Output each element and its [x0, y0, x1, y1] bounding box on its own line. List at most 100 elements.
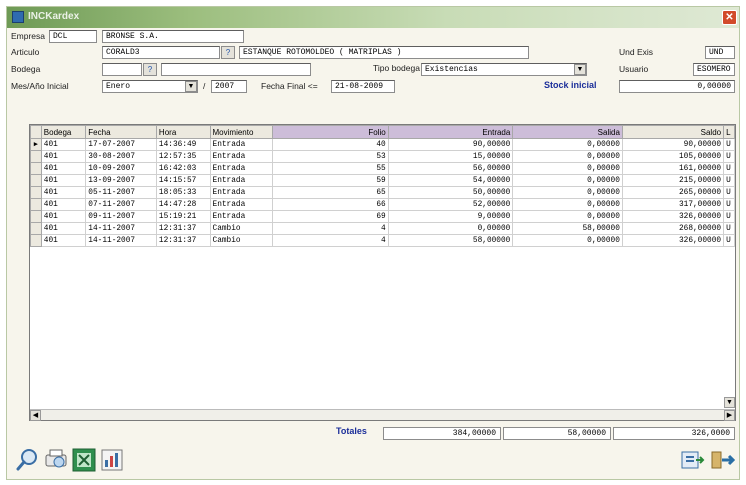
close-icon[interactable]: ✕	[722, 10, 737, 25]
row-indicator[interactable]	[30, 222, 42, 235]
cell-saldo[interactable]: 268,00000	[621, 222, 725, 235]
cell-hora[interactable]: 14:15:57	[155, 174, 211, 187]
row-indicator[interactable]	[30, 150, 42, 163]
cell-folio[interactable]: 59	[272, 174, 389, 187]
row-indicator[interactable]	[30, 234, 42, 247]
fecha-final-field[interactable]: 21-08-2009	[331, 80, 395, 93]
cell-hora[interactable]: 16:42:03	[155, 162, 211, 175]
row-indicator[interactable]	[30, 162, 42, 175]
exit-icon[interactable]	[709, 447, 736, 473]
current-row-indicator-icon[interactable]: ▶	[30, 138, 42, 151]
col-bodega-header[interactable]: Bodega	[40, 125, 87, 139]
horizontal-scrollbar[interactable]: ◀ ▶	[30, 409, 735, 421]
table-row[interactable]: 401 09-11-2007 15:19:21 Entrada 69 9,00000 0,0…	[30, 210, 735, 223]
table-row[interactable]: 401 14-11-2007 12:31:37 Cambio 4 58,00000 0,00…	[30, 234, 735, 247]
tipo-bodega-select[interactable]: Existencias	[421, 63, 587, 76]
cell-saldo[interactable]: 317,00000	[621, 198, 725, 211]
cell-folio[interactable]: 55	[272, 162, 389, 175]
cell-saldo[interactable]: 215,00000	[621, 174, 725, 187]
cell-entrada[interactable]: 56,00000	[387, 162, 514, 175]
cell-hora[interactable]: 14:36:49	[155, 138, 211, 151]
cell-bodega[interactable]: 401	[40, 138, 87, 151]
cell-saldo[interactable]: 326,00000	[621, 234, 725, 247]
print-preview-icon[interactable]	[43, 447, 69, 473]
cell-l[interactable]: U	[723, 222, 735, 235]
cell-fecha[interactable]: 30-08-2007	[85, 150, 157, 163]
cell-salida[interactable]: 0,00000	[512, 210, 623, 223]
cell-salida[interactable]: 0,00000	[512, 150, 623, 163]
table-row[interactable]: 401 13-09-2007 14:15:57 Entrada 59 54,00000 0,…	[30, 174, 735, 187]
cell-bodega[interactable]: 401	[40, 174, 87, 187]
cell-fecha[interactable]: 05-11-2007	[85, 186, 157, 199]
cell-l[interactable]: U	[723, 198, 735, 211]
bodega-field[interactable]	[102, 63, 142, 76]
cell-entrada[interactable]: 54,00000	[387, 174, 514, 187]
export-icon[interactable]	[679, 447, 705, 473]
cell-mov[interactable]: Entrada	[209, 210, 274, 223]
cell-l[interactable]: U	[723, 162, 735, 175]
cell-hora[interactable]: 15:19:21	[155, 210, 211, 223]
chart-icon[interactable]	[99, 447, 125, 473]
articulo-code-field[interactable]: CORALD3	[102, 46, 220, 59]
cell-salida[interactable]: 0,00000	[512, 198, 623, 211]
cell-bodega[interactable]: 401	[40, 198, 87, 211]
scroll-down-icon[interactable]: ▼	[724, 397, 735, 408]
cell-hora[interactable]: 12:31:37	[155, 222, 211, 235]
cell-bodega[interactable]: 401	[40, 210, 87, 223]
col-fecha-header[interactable]: Fecha	[85, 125, 157, 139]
col-hora-header[interactable]: Hora	[155, 125, 211, 139]
cell-entrada[interactable]: 15,00000	[387, 150, 514, 163]
row-indicator[interactable]	[30, 186, 42, 199]
cell-folio[interactable]: 4	[272, 234, 389, 247]
cell-salida[interactable]: 0,00000	[512, 138, 623, 151]
col-salida-header[interactable]: Salida	[512, 125, 623, 139]
cell-l[interactable]: U	[723, 186, 735, 199]
cell-hora[interactable]: 18:05:33	[155, 186, 211, 199]
cell-folio[interactable]: 65	[272, 186, 389, 199]
table-row[interactable]: 401 05-11-2007 18:05:33 Entrada 65 50,00000 0,…	[30, 186, 735, 199]
cell-l[interactable]: U	[723, 150, 735, 163]
cell-folio[interactable]: 4	[272, 222, 389, 235]
cell-mov[interactable]: Entrada	[209, 138, 274, 151]
cell-bodega[interactable]: 401	[40, 162, 87, 175]
col-movimiento-header[interactable]: Movimiento	[209, 125, 274, 139]
cell-l[interactable]: U	[723, 234, 735, 247]
cell-bodega[interactable]: 401	[40, 234, 87, 247]
table-row[interactable]: 401 10-09-2007 16:42:03 Entrada 55 56,00000 0,…	[30, 162, 735, 175]
cell-salida[interactable]: 0,00000	[512, 186, 623, 199]
table-row[interactable]: 401 14-11-2007 12:31:37 Cambio 4 0,00000 58,00…	[30, 222, 735, 235]
cell-salida[interactable]: 0,00000	[512, 162, 623, 175]
mes-select[interactable]: Enero	[102, 80, 198, 93]
cell-mov[interactable]: Entrada	[209, 198, 274, 211]
col-l-header[interactable]: L	[723, 125, 735, 139]
cell-folio[interactable]: 53	[272, 150, 389, 163]
row-indicator[interactable]	[30, 198, 42, 211]
col-folio-header[interactable]: Folio	[272, 125, 389, 139]
col-entrada-header[interactable]: Entrada	[387, 125, 514, 139]
cell-fecha[interactable]: 17-07-2007	[85, 138, 157, 151]
cell-folio[interactable]: 69	[272, 210, 389, 223]
cell-fecha[interactable]: 13-09-2007	[85, 174, 157, 187]
cell-bodega[interactable]: 401	[40, 222, 87, 235]
cell-salida[interactable]: 58,00000	[512, 222, 623, 235]
cell-hora[interactable]: 12:57:35	[155, 150, 211, 163]
cell-saldo[interactable]: 326,00000	[621, 210, 725, 223]
cell-mov[interactable]: Entrada	[209, 150, 274, 163]
title-bar[interactable]: INCKardex ✕	[7, 7, 739, 28]
scroll-right-icon[interactable]: ▶	[724, 410, 735, 421]
cell-mov[interactable]: Entrada	[209, 162, 274, 175]
table-row[interactable]: 401 30-08-2007 12:57:35 Entrada 53 15,00000 0,…	[30, 150, 735, 163]
articulo-lookup-button[interactable]: ?	[221, 46, 235, 59]
cell-folio[interactable]: 40	[272, 138, 389, 151]
cell-salida[interactable]: 0,00000	[512, 234, 623, 247]
row-indicator[interactable]	[30, 174, 42, 187]
cell-fecha[interactable]: 10-09-2007	[85, 162, 157, 175]
cell-fecha[interactable]: 14-11-2007	[85, 234, 157, 247]
chevron-down-icon[interactable]: ▼	[574, 64, 586, 75]
cell-entrada[interactable]: 90,00000	[387, 138, 514, 151]
cell-hora[interactable]: 12:31:37	[155, 234, 211, 247]
cell-saldo[interactable]: 161,00000	[621, 162, 725, 175]
cell-entrada[interactable]: 0,00000	[387, 222, 514, 235]
cell-fecha[interactable]: 07-11-2007	[85, 198, 157, 211]
table-row[interactable]: ▶ 401 17-07-2007 14:36:49 Entrada 40 90,00000 0…	[30, 138, 735, 151]
